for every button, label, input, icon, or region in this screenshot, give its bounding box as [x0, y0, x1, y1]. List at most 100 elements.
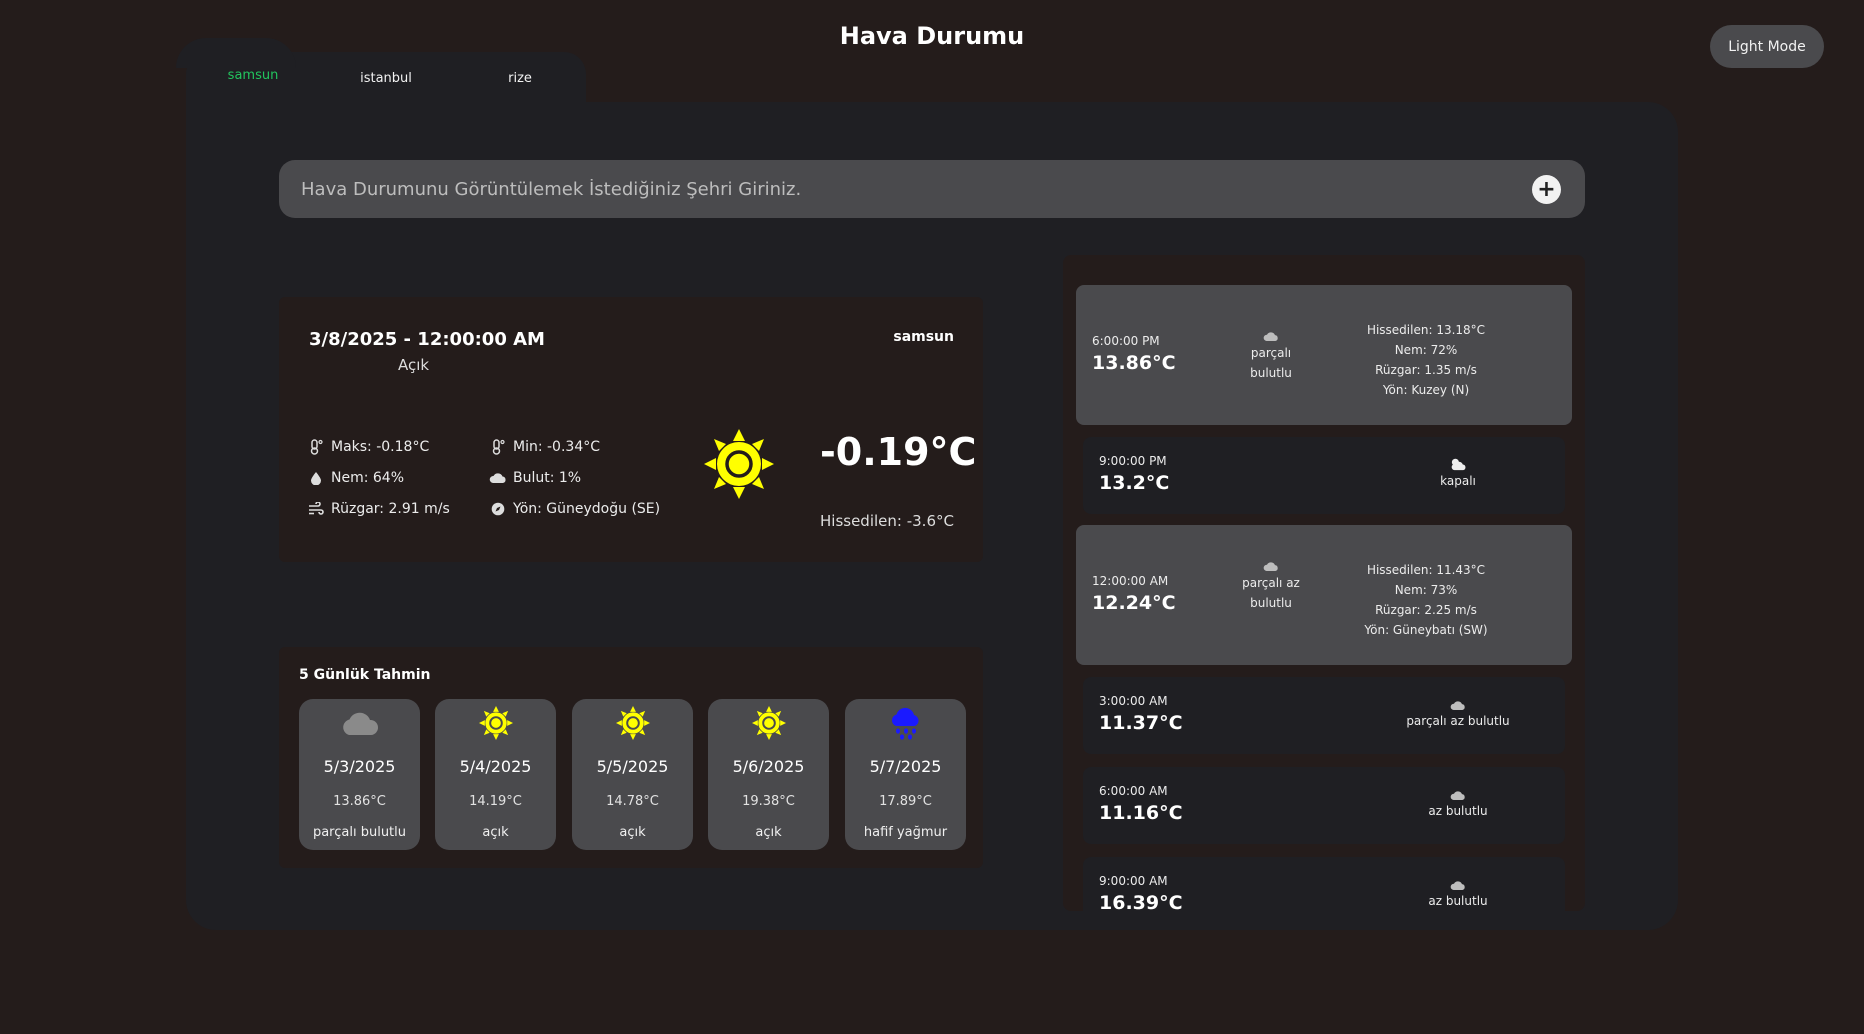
tab-rize[interactable]: rize [508, 71, 532, 86]
hourly-temp: 11.16°C [1099, 802, 1183, 824]
hourly-details: Hissedilen: 13.18°C Nem: 72% Rüzgar: 1.3… [1346, 320, 1506, 400]
hourly-condition: az bulutlu [1403, 787, 1513, 821]
forecast-date: 5/4/2025 [459, 757, 532, 776]
search-bar: + [279, 160, 1585, 218]
hourly-time: 9:00:00 AM [1099, 874, 1168, 888]
tab-istanbul[interactable]: istanbul [360, 71, 412, 86]
active-tab-highlight [176, 38, 296, 68]
thermometer-icon [487, 439, 509, 455]
min-temp-stat: Min: -0.34°C [487, 439, 600, 455]
hourly-condition-text: parçalı az bulutlu [1406, 714, 1510, 728]
feels-like: Hissedilen: -3.6°C [820, 512, 954, 530]
city-search-input[interactable] [299, 177, 1503, 201]
thermometer-icon [305, 439, 327, 455]
forecast-card[interactable]: 5/4/2025 14.19°C açık [435, 699, 556, 850]
current-weather-card: 3/8/2025 - 12:00:00 AM Açık samsun Maks:… [279, 297, 983, 562]
hourly-condition-text: kapalı [1440, 474, 1476, 488]
max-temp-stat: Maks: -0.18°C [305, 439, 429, 455]
hourly-row[interactable]: 9:00:00 AM 16.39°C az bulutlu [1083, 857, 1565, 911]
hourly-time: 12:00:00 AM [1092, 574, 1169, 588]
hourly-temp: 16.39°C [1099, 892, 1183, 911]
hourly-temp: 13.86°C [1092, 352, 1176, 374]
hourly-condition: parçalı bulutlu [1236, 328, 1306, 383]
cloud-stat: Bulut: 1% [487, 470, 581, 486]
hourly-condition-text: parçalı az bulutlu [1242, 576, 1300, 610]
current-temperature: -0.19°C [820, 430, 977, 474]
cloud-icon [299, 705, 420, 741]
hourly-temp: 12.24°C [1092, 592, 1176, 614]
forecast-desc: parçalı bulutlu [312, 825, 407, 840]
wind-icon [305, 502, 327, 516]
cloud-icon [487, 472, 509, 484]
hourly-condition: az bulutlu [1403, 877, 1513, 911]
hourly-feels: Hissedilen: 13.18°C [1366, 323, 1486, 337]
forecast-desc: açık [619, 825, 646, 840]
forecast-desc: hafif yağmur [863, 825, 948, 840]
forecast-date: 5/6/2025 [732, 757, 805, 776]
forecast-panel: 5 Günlük Tahmin 5/3/2025 13.86°C parçalı… [279, 647, 983, 868]
max-temp-label: Maks: -0.18°C [331, 439, 430, 455]
forecast-desc: açık [482, 825, 509, 840]
hourly-wind: Rüzgar: 2.25 m/s [1375, 603, 1477, 617]
hourly-condition-text: parçalı bulutlu [1250, 346, 1292, 380]
direction-stat: Yön: Güneydoğu (SE) [487, 501, 660, 517]
forecast-temp: 13.86°C [333, 794, 386, 809]
hourly-direction: Yön: Güneybatı (SW) [1364, 623, 1488, 637]
current-city: samsun [893, 329, 954, 345]
forecast-temp: 17.89°C [879, 794, 932, 809]
sun-icon [435, 705, 556, 741]
forecast-date: 5/7/2025 [869, 757, 942, 776]
hourly-condition: parçalı az bulutlu [1240, 558, 1302, 613]
hourly-time: 6:00:00 PM [1092, 334, 1160, 348]
hourly-humidity: Nem: 73% [1394, 583, 1458, 597]
forecast-card[interactable]: 5/3/2025 13.86°C parçalı bulutlu [299, 699, 420, 850]
city-tabs: samsun istanbul rize [176, 38, 586, 104]
hourly-time: 6:00:00 AM [1099, 784, 1168, 798]
hourly-feels: Hissedilen: 11.43°C [1366, 563, 1486, 577]
wind-stat: Rüzgar: 2.91 m/s [305, 501, 450, 517]
hourly-time: 9:00:00 PM [1099, 454, 1167, 468]
hourly-direction: Yön: Kuzey (N) [1382, 383, 1470, 397]
hourly-condition-text: az bulutlu [1428, 804, 1488, 818]
min-temp-label: Min: -0.34°C [513, 439, 601, 455]
hourly-humidity: Nem: 72% [1394, 343, 1458, 357]
cloud-label: Bulut: 1% [513, 470, 582, 486]
forecast-temp: 14.19°C [469, 794, 522, 809]
sun-icon [572, 705, 693, 741]
direction-label: Yön: Güneydoğu (SE) [513, 501, 661, 517]
light-mode-button[interactable]: Light Mode [1710, 25, 1824, 68]
hourly-temp: 11.37°C [1099, 712, 1183, 734]
forecast-card[interactable]: 5/5/2025 14.78°C açık [572, 699, 693, 850]
hourly-row[interactable]: 12:00:00 AM 12.24°C parçalı az bulutlu H… [1076, 525, 1572, 665]
forecast-card[interactable]: 5/7/2025 17.89°C hafif yağmur [845, 699, 966, 850]
sun-icon [704, 429, 774, 503]
hourly-wind: Rüzgar: 1.35 m/s [1375, 363, 1477, 377]
hourly-time: 3:00:00 AM [1099, 694, 1168, 708]
sun-icon [708, 705, 829, 741]
wind-label: Rüzgar: 2.91 m/s [331, 501, 450, 517]
forecast-date: 5/5/2025 [596, 757, 669, 776]
forecast-desc: açık [755, 825, 782, 840]
forecast-temp: 19.38°C [742, 794, 795, 809]
hourly-condition: parçalı az bulutlu [1383, 697, 1533, 731]
hourly-condition-text: az bulutlu [1428, 894, 1488, 908]
compass-icon [487, 502, 509, 516]
hourly-forecast-list[interactable]: 6:00:00 PM 13.86°C parçalı bulutlu Hisse… [1063, 255, 1585, 911]
forecast-card[interactable]: 5/6/2025 19.38°C açık [708, 699, 829, 850]
humidity-stat: Nem: 64% [305, 470, 404, 486]
tab-samsun[interactable]: samsun [228, 68, 279, 83]
forecast-date: 5/3/2025 [323, 757, 396, 776]
hourly-row[interactable]: 9:00:00 PM 13.2°C kapalı [1083, 437, 1565, 514]
current-datetime: 3/8/2025 - 12:00:00 AM [309, 329, 545, 350]
forecast-temp: 14.78°C [606, 794, 659, 809]
current-description: Açık [398, 356, 430, 374]
droplet-icon [305, 471, 327, 485]
rain-icon [845, 705, 966, 741]
hourly-row[interactable]: 6:00:00 PM 13.86°C parçalı bulutlu Hisse… [1076, 285, 1572, 425]
forecast-title: 5 Günlük Tahmin [299, 667, 431, 683]
hourly-row[interactable]: 3:00:00 AM 11.37°C parçalı az bulutlu [1083, 677, 1565, 754]
humidity-label: Nem: 64% [331, 470, 405, 486]
hourly-row[interactable]: 6:00:00 AM 11.16°C az bulutlu [1083, 767, 1565, 844]
plus-icon[interactable]: + [1532, 175, 1561, 204]
hourly-details: Hissedilen: 11.43°C Nem: 73% Rüzgar: 2.2… [1346, 560, 1506, 640]
